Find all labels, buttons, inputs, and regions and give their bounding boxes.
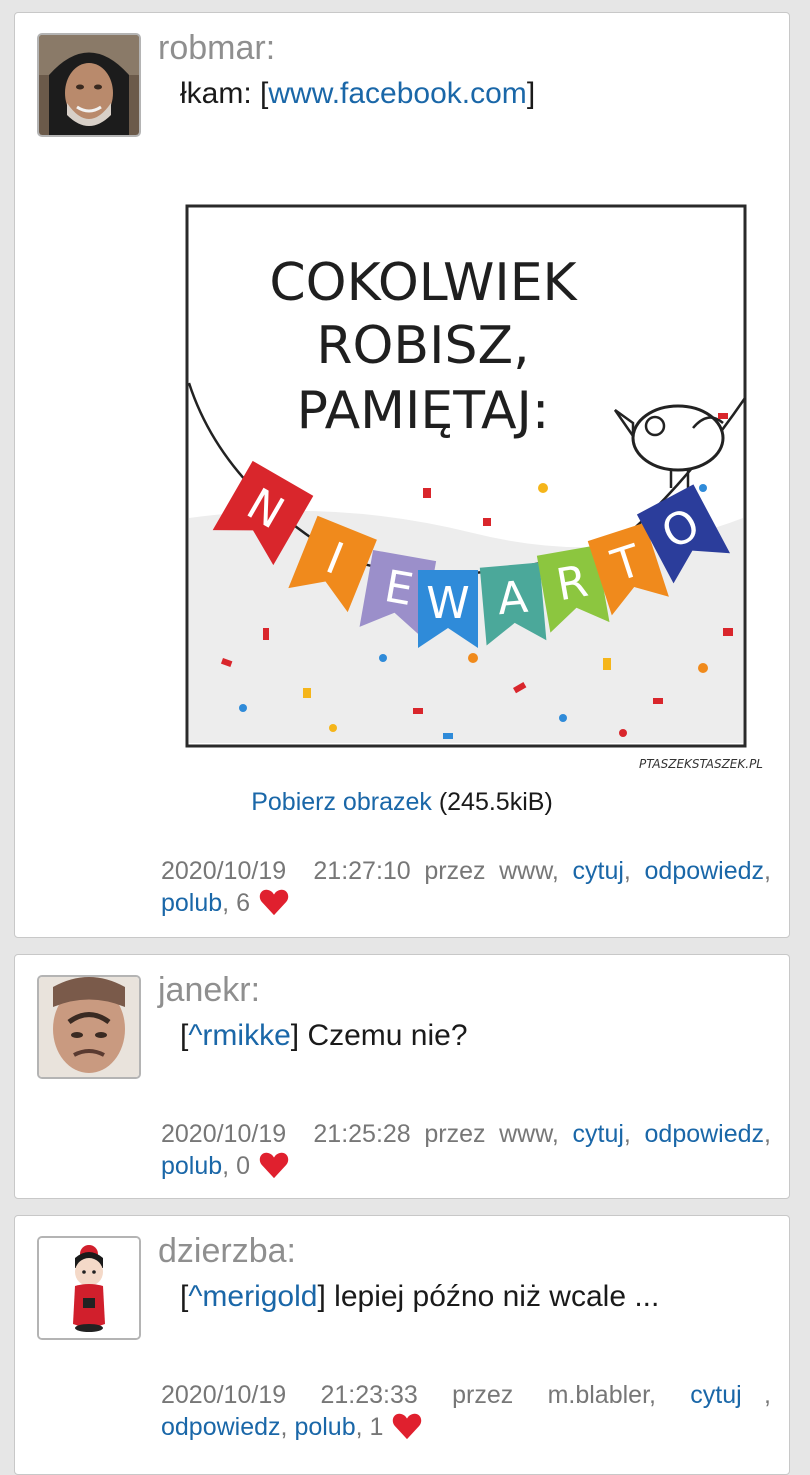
avatar-janekr-image: [39, 977, 139, 1077]
like-count: , 1: [355, 1413, 384, 1441]
reply-link[interactable]: odpowiedz: [161, 1413, 281, 1441]
post-datetime: 2020/10/19 21:27:10: [161, 857, 411, 885]
download-image-link[interactable]: Pobierz obrazek: [251, 788, 432, 816]
post-via: przez: [452, 1381, 514, 1409]
heart-icon: [259, 889, 289, 916]
message-text: lepiej późno niż wcale ...: [334, 1280, 660, 1313]
message-link[interactable]: www.facebook.com: [268, 77, 526, 110]
post-via: przez www,: [424, 857, 559, 885]
post-image[interactable]: COKOLWIEK ROBISZ, PAMIĘTAJ: N I E W A R …: [183, 188, 773, 788]
like-link[interactable]: polub: [161, 889, 222, 917]
post-message: łkam: [www.facebook.com]: [180, 77, 535, 111]
like-link[interactable]: polub: [294, 1413, 355, 1441]
meme-image: COKOLWIEK ROBISZ, PAMIĘTAJ: N I E W A R …: [183, 188, 773, 788]
heart-icon: [259, 1152, 289, 1179]
post-datetime: 2020/10/19 21:25:28: [161, 1120, 411, 1148]
avatar[interactable]: [37, 975, 141, 1079]
cite-link[interactable]: cytuj: [573, 857, 624, 885]
image-caption-line: ROBISZ,: [316, 316, 529, 376]
cite-link[interactable]: cytuj: [573, 1120, 624, 1148]
avatar[interactable]: [37, 1236, 141, 1340]
post-card: dzierzba: [^merigold] lepiej późno niż w…: [14, 1215, 790, 1475]
banner-letter: A: [495, 572, 529, 625]
reply-link[interactable]: odpowiedz: [645, 1120, 765, 1148]
username[interactable]: dzierzba:: [158, 1232, 296, 1271]
post-card: janekr: [^rmikke] Czemu nie? 2020/10/19 …: [14, 954, 790, 1199]
post-message: [^merigold] lepiej późno niż wcale ...: [180, 1280, 659, 1314]
post-meta: 2020/10/19 21:25:28 przez www, cytuj, od…: [161, 1120, 771, 1180]
username[interactable]: robmar:: [158, 29, 275, 68]
like-count: , 0: [222, 1152, 250, 1180]
avatar-robmar-image: [39, 35, 139, 135]
meta-line: odpowiedz, polub, 1: [161, 1411, 771, 1443]
post-time: 21:23:33: [320, 1381, 418, 1409]
cite-link[interactable]: cytuj: [690, 1379, 741, 1411]
reply-to-link[interactable]: ^merigold: [188, 1280, 317, 1313]
username[interactable]: janekr:: [158, 971, 260, 1010]
banner-letter: W: [426, 578, 470, 629]
post-date: 2020/10/19: [161, 1381, 287, 1409]
bracket: ]: [290, 1019, 308, 1052]
message-text: Czemu nie?: [307, 1019, 468, 1052]
post-card: robmar: łkam: [www.facebook.com] COKOLWI…: [14, 12, 790, 938]
image-caption-line: COKOLWIEK: [269, 253, 578, 313]
message-text: łkam: [: [180, 77, 269, 110]
avatar[interactable]: [37, 33, 141, 137]
download-size: (245.5kiB): [438, 788, 553, 816]
post-meta: 2020/10/19 21:23:33 przez m.blabler, cyt…: [161, 1379, 771, 1443]
image-watermark: PTASZEKSTASZEK.PL: [639, 757, 763, 771]
post-meta: 2020/10/19 21:27:10 przez www, cytuj, od…: [161, 857, 771, 917]
download-row: Pobierz obrazek (245.5kiB): [15, 788, 789, 817]
like-link[interactable]: polub: [161, 1152, 222, 1180]
reply-to-link[interactable]: ^rmikke: [188, 1019, 290, 1052]
separator: ,: [764, 1381, 771, 1409]
post-via: przez www,: [424, 1120, 559, 1148]
bracket: ]: [317, 1280, 335, 1313]
avatar-dzierzba-image: [39, 1238, 139, 1338]
post-message: [^rmikke] Czemu nie?: [180, 1019, 468, 1053]
like-count: , 6: [222, 889, 250, 917]
post-author: m.blabler,: [547, 1381, 656, 1409]
heart-icon: [393, 1413, 422, 1440]
image-caption-line: PAMIĘTAJ:: [297, 381, 550, 441]
message-text-end: ]: [526, 77, 536, 110]
reply-link[interactable]: odpowiedz: [645, 857, 765, 885]
meta-line: 2020/10/19 21:23:33 przez m.blabler, cyt…: [161, 1379, 771, 1411]
